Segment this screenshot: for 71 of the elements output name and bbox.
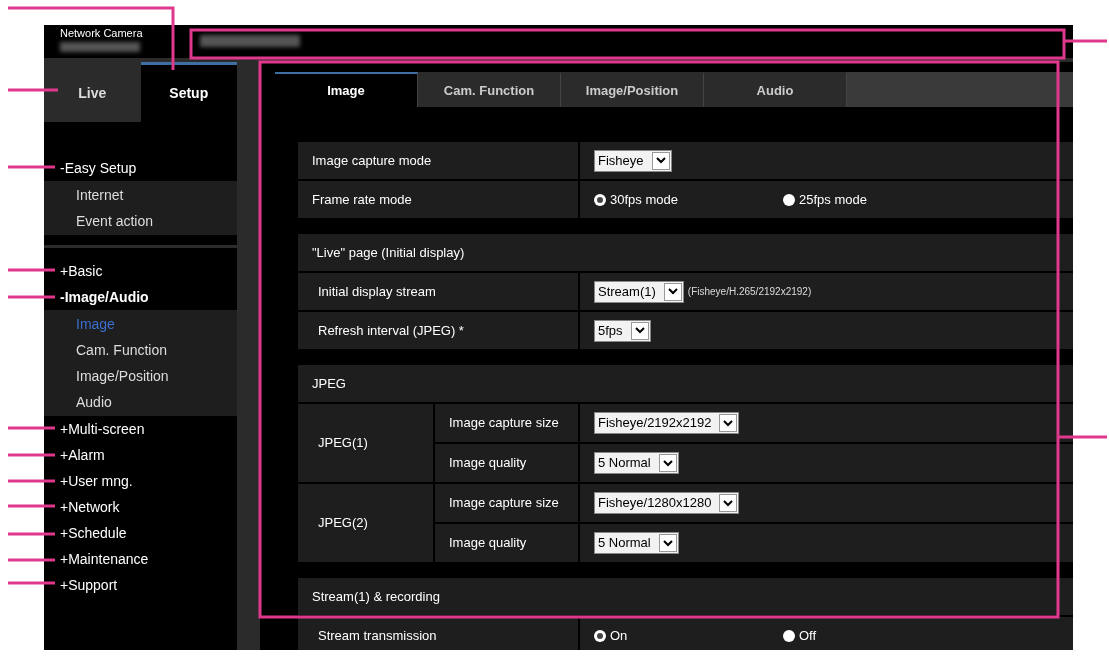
leader-line [8, 581, 55, 585]
chevron-down-icon [655, 157, 666, 164]
field-label: Image capture size [449, 414, 559, 433]
submenu-item[interactable]: Cam. Function [44, 337, 237, 363]
product-name: Network Camera [60, 27, 144, 40]
menu-item[interactable]: +Network [44, 494, 237, 520]
submenu-item[interactable]: Audio [44, 389, 237, 415]
dropdown[interactable]: 5fps [594, 319, 651, 342]
chevron-down-icon [662, 459, 673, 467]
submenu-item[interactable]: Event action [44, 208, 237, 234]
radio-option[interactable]: On [594, 625, 779, 646]
menu-item[interactable]: +Schedule [44, 520, 237, 546]
chevron-down-icon [667, 288, 678, 295]
hint-text: (Fisheye/H.265/2192x2192) [687, 285, 812, 299]
dropdown[interactable]: Fisheye/2192x2192 [594, 412, 740, 434]
tab[interactable]: Image [275, 72, 418, 107]
field-label: Image capture size [449, 494, 559, 513]
field-label: Image quality [449, 534, 527, 553]
field-label: JPEG(1) [318, 434, 368, 453]
section-title: "Live" page (Initial display) [312, 243, 465, 262]
menu-item[interactable]: +Basic [44, 258, 237, 284]
field-label: Refresh interval (JPEG) * [318, 321, 464, 340]
leader-line [8, 165, 55, 169]
dropdown[interactable]: Stream(1) [594, 280, 684, 303]
submenu-item[interactable]: Internet [44, 182, 237, 208]
tab[interactable]: Image/Position [561, 72, 704, 107]
chevron-down-icon [723, 419, 734, 427]
radio-button[interactable] [594, 629, 606, 642]
radio-button[interactable] [594, 193, 606, 206]
tab[interactable]: Cam. Function [418, 72, 561, 107]
leader-line [8, 532, 55, 536]
radio-button[interactable] [783, 193, 795, 206]
tab[interactable]: Audio [704, 72, 847, 107]
radio-option[interactable]: 30fps mode [594, 189, 779, 210]
menu-item[interactable]: -Easy Setup [44, 155, 237, 181]
menu-item[interactable]: +Maintenance [44, 546, 237, 572]
mode-tab[interactable]: Live [44, 62, 141, 122]
leader-line [8, 504, 55, 508]
field-label: Image capture mode [312, 151, 432, 170]
radio-button[interactable] [783, 629, 795, 642]
field-label: Stream transmission [318, 626, 437, 645]
chevron-down-icon [723, 499, 734, 507]
submenu-item[interactable]: Image/Position [44, 363, 237, 389]
chevron-down-icon [662, 539, 673, 547]
leader-line [8, 295, 55, 299]
leader-line [8, 479, 55, 483]
leader-line [8, 558, 55, 562]
leader-line [8, 453, 55, 457]
field-label: JPEG(2) [318, 514, 368, 533]
radio-option[interactable]: 25fps mode [783, 189, 968, 210]
menu-item[interactable]: +Multi-screen [44, 416, 237, 442]
radio-option[interactable]: Off [783, 625, 968, 646]
menu-item[interactable]: +User mng. [44, 468, 237, 494]
menu-item[interactable]: +Support [44, 572, 237, 598]
leader-line [8, 268, 55, 272]
menu-item[interactable]: +Alarm [44, 442, 237, 468]
leader-line [1065, 39, 1107, 43]
section-title: Stream(1) & recording [312, 587, 440, 606]
field-label: Frame rate mode [312, 190, 412, 209]
leader-line [1058, 435, 1107, 439]
dropdown[interactable]: 5 Normal [594, 532, 679, 554]
dropdown[interactable]: Fisheye [594, 149, 672, 172]
section-title: JPEG [312, 374, 346, 393]
field-label: Initial display stream [318, 282, 436, 301]
dropdown[interactable]: Fisheye/1280x1280 [594, 492, 740, 514]
leader-line [8, 426, 55, 430]
chevron-down-icon [634, 327, 645, 334]
field-label: Image quality [449, 454, 527, 473]
dropdown[interactable]: 5 Normal [594, 452, 679, 474]
menu-item[interactable]: -Image/Audio [44, 284, 237, 310]
leader-line [8, 88, 58, 92]
